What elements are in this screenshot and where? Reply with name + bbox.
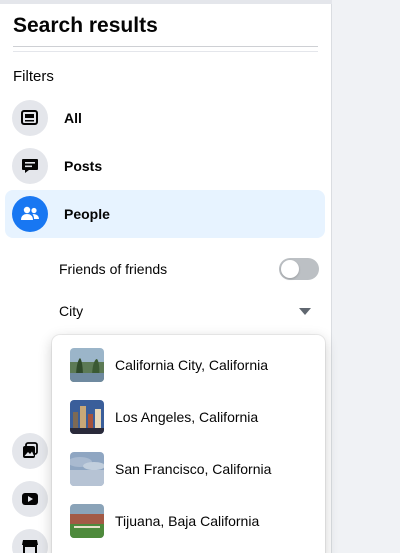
city-option-tijuana[interactable]: Tijuana, Baja California xyxy=(52,497,325,545)
toggle-knob xyxy=(281,260,299,278)
city-thumbnail xyxy=(70,452,104,486)
filter-item-label: Posts xyxy=(64,158,103,174)
city-select-label: City xyxy=(59,303,84,319)
city-option-california-city[interactable]: California City, California xyxy=(52,341,325,389)
divider xyxy=(13,51,318,52)
city-thumbnail xyxy=(70,348,104,382)
people-icon xyxy=(12,196,48,232)
photos-icon[interactable] xyxy=(12,433,48,469)
caret-down-icon xyxy=(299,307,311,315)
city-option-label: Los Angeles, California xyxy=(115,409,259,425)
city-dropdown-menu: California City, California Los Angeles,… xyxy=(52,335,325,553)
main-content-area xyxy=(332,0,400,553)
filter-item-posts[interactable]: Posts xyxy=(5,142,325,190)
marketplace-icon[interactable] xyxy=(12,529,48,553)
city-option-san-francisco[interactable]: San Francisco, California xyxy=(52,445,325,493)
city-thumbnail xyxy=(70,504,104,538)
filter-item-all[interactable]: All xyxy=(5,94,325,142)
friends-of-friends-toggle[interactable] xyxy=(279,258,319,280)
page-title: Search results xyxy=(13,14,158,37)
city-option-label: California City, California xyxy=(115,357,269,373)
filter-item-label: People xyxy=(64,206,110,222)
city-thumbnail xyxy=(70,400,104,434)
filter-item-people[interactable]: People xyxy=(5,190,325,238)
filter-item-label: All xyxy=(64,110,82,126)
city-option-label: San Francisco, California xyxy=(115,461,272,477)
feed-icon xyxy=(12,100,48,136)
videos-icon[interactable] xyxy=(12,481,48,517)
city-option-los-angeles[interactable]: Los Angeles, California xyxy=(52,393,325,441)
filters-heading: Filters xyxy=(13,68,54,85)
friends-of-friends-row: Friends of friends xyxy=(59,254,319,284)
divider xyxy=(13,46,318,47)
top-border xyxy=(0,0,332,4)
friends-of-friends-label: Friends of friends xyxy=(59,261,168,277)
city-option-label: Tijuana, Baja California xyxy=(115,513,260,529)
posts-icon xyxy=(12,148,48,184)
city-select[interactable]: City xyxy=(59,296,319,326)
